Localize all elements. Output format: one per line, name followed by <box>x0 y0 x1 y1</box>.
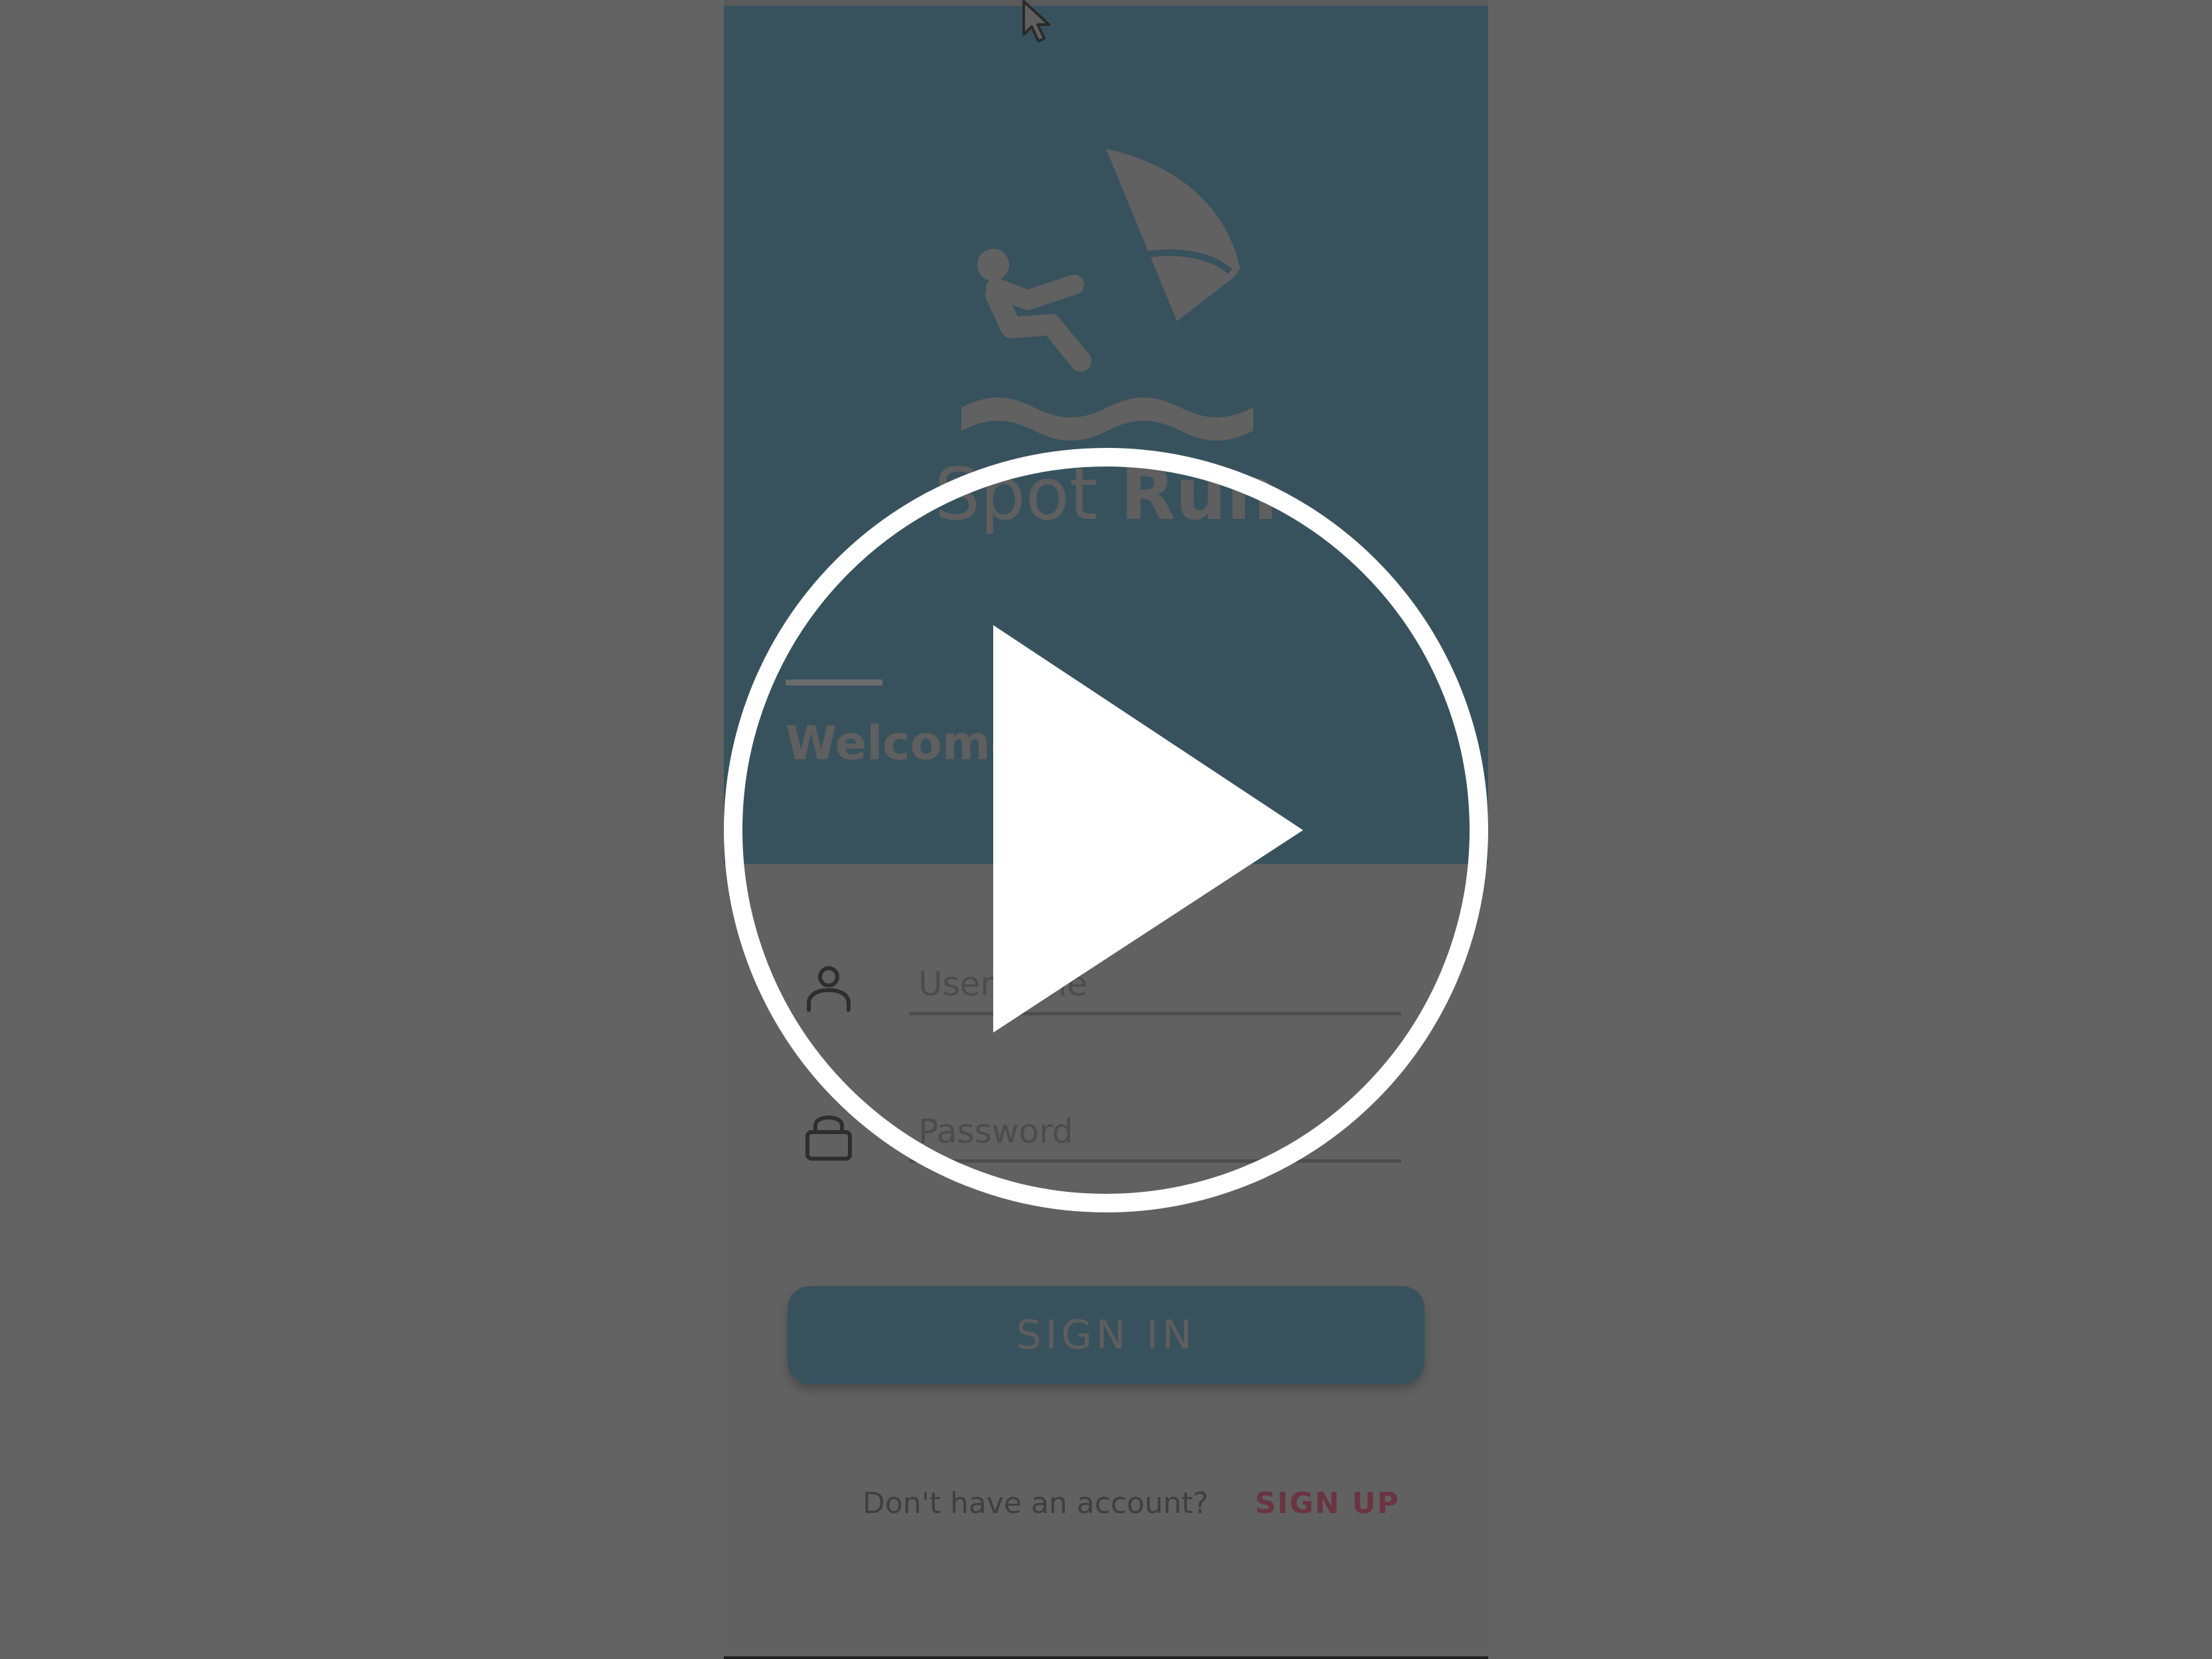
sign-in-button[interactable]: SIGN IN <box>788 1286 1424 1384</box>
windsurfer-icon <box>961 149 1253 441</box>
play-icon[interactable] <box>722 446 1490 1214</box>
signup-row: Don't have an account? SIGN UP <box>863 1486 1400 1520</box>
video-thumbnail: Spot Run Welcome SIGN IN Don't have an a… <box>0 0 2212 1659</box>
sign-up-link[interactable]: SIGN UP <box>1255 1486 1399 1520</box>
screen-top-edge <box>724 0 1488 6</box>
mouse-cursor-icon <box>1022 0 1050 42</box>
screen-bottom-edge <box>724 1656 1488 1659</box>
signup-prompt: Don't have an account? <box>863 1486 1209 1520</box>
